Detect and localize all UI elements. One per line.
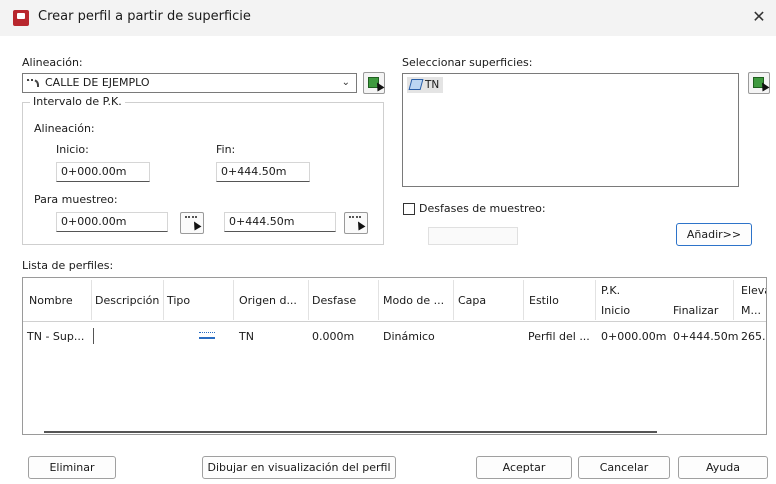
column-header-pk[interactable]: P.K.: [601, 284, 620, 297]
column-header-elevacion-sub[interactable]: M...: [741, 304, 761, 317]
cell-desfase[interactable]: 0.000m: [312, 330, 354, 343]
alignment-icon: [27, 79, 39, 87]
cursor-arrow-icon: [190, 219, 202, 231]
civil3d-app-icon: [13, 10, 29, 26]
select-alignment-button[interactable]: [363, 72, 385, 94]
column-separator[interactable]: [163, 280, 164, 320]
sample-label: Para muestreo:: [34, 193, 118, 206]
column-separator[interactable]: [595, 280, 596, 320]
sample-offsets-checkbox[interactable]: [403, 203, 415, 215]
cancel-button[interactable]: Cancelar: [578, 456, 670, 479]
column-header-pk-finalizar[interactable]: Finalizar: [673, 304, 718, 317]
alignment-label: Alineación:: [22, 56, 83, 69]
cell-origen[interactable]: TN: [239, 330, 254, 343]
cursor-arrow-icon: [758, 80, 770, 92]
station-range-legend: Intervalo de P.K.: [30, 95, 125, 108]
sample-start-input[interactable]: 0+000.00m: [56, 212, 168, 232]
title-bar: Crear perfil a partir de superficie ✕: [0, 0, 776, 36]
horizontal-scrollbar[interactable]: [44, 431, 657, 433]
end-label: Fin:: [216, 143, 236, 156]
column-header-tipo[interactable]: Tipo: [167, 294, 190, 307]
column-separator[interactable]: [733, 280, 734, 320]
profile-table[interactable]: Nombre Descripción Tipo Origen d... Desf…: [22, 277, 767, 435]
surfaces-label: Seleccionar superficies:: [402, 56, 533, 69]
surface-item-label: TN: [425, 79, 440, 91]
cell-pk-inicio[interactable]: 0+000.00m: [601, 330, 666, 343]
column-separator[interactable]: [233, 280, 234, 320]
column-separator[interactable]: [91, 280, 92, 320]
sample-offsets-input[interactable]: [428, 227, 518, 245]
surface-item-tn[interactable]: TN: [407, 77, 444, 93]
column-header-capa[interactable]: Capa: [458, 294, 486, 307]
cursor-arrow-icon: [354, 219, 366, 231]
cell-modo[interactable]: Dinámico: [383, 330, 435, 343]
add-button[interactable]: Añadir>>: [676, 223, 752, 246]
cursor-arrow-icon: [373, 80, 385, 92]
sample-offsets-label: Desfases de muestreo:: [419, 202, 546, 215]
alignment-end-station: 0+444.50m: [216, 162, 310, 182]
column-header-descripcion[interactable]: Descripción: [95, 294, 159, 307]
start-label: Inicio:: [56, 143, 89, 156]
table-header: Nombre Descripción Tipo Origen d... Desf…: [23, 278, 766, 322]
alignment-start-station: 0+000.00m: [56, 162, 150, 182]
help-button[interactable]: Ayuda: [678, 456, 768, 479]
surface-icon: [408, 79, 424, 90]
column-header-pk-inicio[interactable]: Inicio: [601, 304, 630, 317]
pick-end-station-button[interactable]: [344, 212, 368, 234]
window-title: Crear perfil a partir de superficie: [38, 9, 251, 24]
cell-estilo[interactable]: Perfil del ...: [528, 330, 590, 343]
column-header-modo[interactable]: Modo de ...: [383, 294, 444, 307]
draw-in-profile-view-button[interactable]: Dibujar en visualización del perfil: [202, 456, 396, 479]
accept-button[interactable]: Aceptar: [476, 456, 572, 479]
chevron-down-icon[interactable]: ⌄: [342, 77, 350, 88]
column-header-estilo[interactable]: Estilo: [529, 294, 559, 307]
cell-elevacion[interactable]: 265.(: [741, 330, 766, 343]
surface-list[interactable]: TN: [402, 73, 739, 187]
sample-end-input[interactable]: 0+444.50m: [224, 212, 336, 232]
column-header-elevacion[interactable]: Eleva: [741, 284, 766, 297]
select-surface-button[interactable]: [748, 72, 770, 94]
column-header-nombre[interactable]: Nombre: [29, 294, 73, 307]
cell-pk-finalizar[interactable]: 0+444.50m: [673, 330, 738, 343]
alignment-range-label: Alineación:: [34, 122, 95, 135]
table-row[interactable]: TN - Sup... TN 0.000m Dinámico Perfil de…: [23, 326, 766, 346]
column-separator[interactable]: [308, 280, 309, 320]
column-header-desfase[interactable]: Desfase: [312, 294, 356, 307]
column-header-origen[interactable]: Origen d...: [239, 294, 297, 307]
cell-nombre[interactable]: TN - Sup...: [27, 330, 84, 343]
surface-profile-icon: [199, 331, 215, 339]
column-separator[interactable]: [523, 280, 524, 320]
profile-list-label: Lista de perfiles:: [22, 259, 114, 272]
delete-button[interactable]: Eliminar: [28, 456, 116, 479]
alignment-value: CALLE DE EJEMPLO: [45, 76, 150, 89]
text-caret: [93, 328, 94, 344]
alignment-combo[interactable]: CALLE DE EJEMPLO ⌄: [22, 73, 357, 93]
column-separator[interactable]: [378, 280, 379, 320]
column-separator[interactable]: [453, 280, 454, 320]
pick-start-station-button[interactable]: [180, 212, 204, 234]
close-icon[interactable]: ✕: [748, 6, 770, 28]
